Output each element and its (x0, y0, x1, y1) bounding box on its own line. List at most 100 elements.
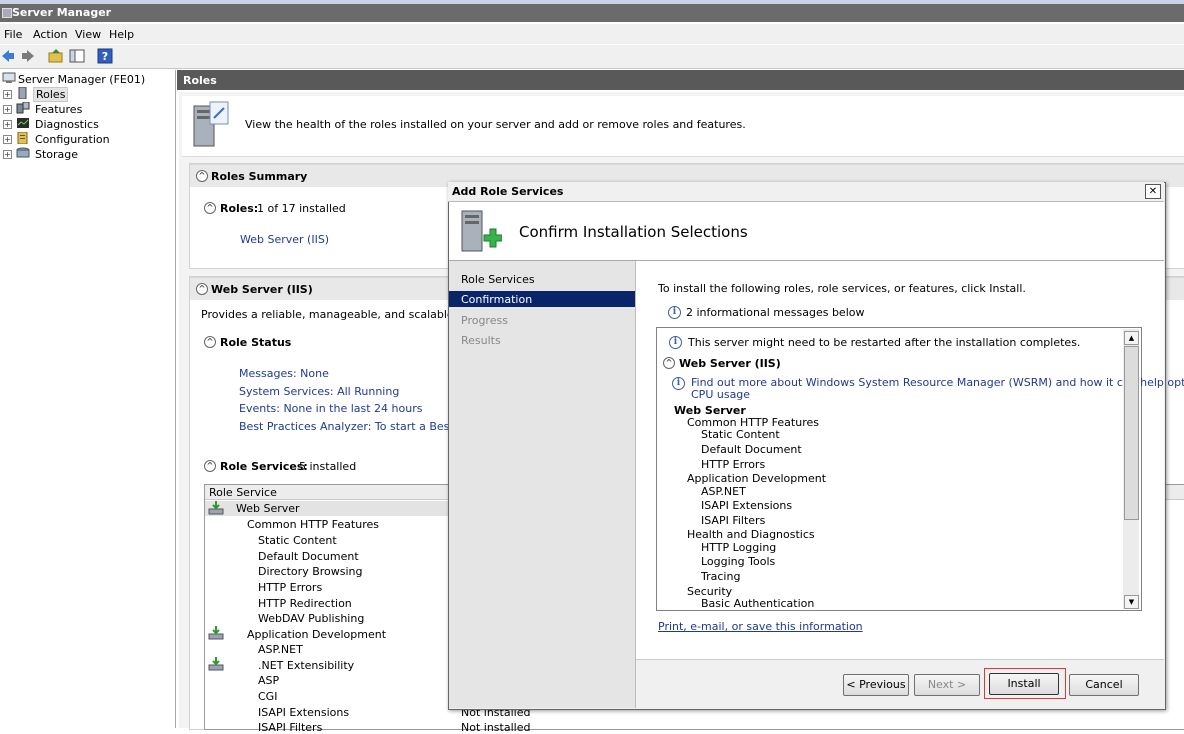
menu-action[interactable]: Action (33, 28, 67, 41)
dialog-footer: < Previous Next > Install Cancel (636, 659, 1164, 709)
roles-header: Roles (177, 70, 1184, 90)
collapse-icon[interactable]: ^ (204, 460, 216, 472)
installed-icon (208, 626, 224, 640)
table-row[interactable]: Static Content (258, 534, 337, 547)
tree-root-label: Server Manager (FE01) (18, 73, 146, 86)
menu-file[interactable]: File (4, 28, 22, 41)
roles-header-title: Roles (183, 74, 217, 87)
up-folder-icon[interactable] (48, 48, 64, 64)
wsrm-link-cont[interactable]: CPU usage (691, 388, 750, 401)
expand-icon[interactable]: + (3, 120, 12, 129)
table-row[interactable]: Common HTTP Features (247, 518, 379, 531)
scroll-thumb[interactable] (1124, 346, 1139, 520)
expand-icon[interactable]: + (3, 105, 12, 114)
collapse-icon[interactable]: ^ (663, 357, 675, 369)
expand-icon[interactable]: + (3, 150, 12, 159)
table-row[interactable]: WebDAV Publishing (258, 612, 364, 625)
expand-icon[interactable]: + (3, 90, 12, 99)
table-row[interactable]: Web Server (236, 502, 300, 515)
nav-confirmation[interactable]: Confirmation (449, 291, 635, 307)
web-server-title: Web Server (IIS) (211, 283, 313, 296)
list-item: Default Document (701, 443, 802, 456)
table-row[interactable]: Default Document (258, 550, 359, 563)
dialog-title: Add Role Services (452, 185, 564, 198)
roles-summary-title: Roles Summary (211, 170, 308, 183)
menu-view[interactable]: View (75, 28, 101, 41)
collapse-icon[interactable]: ^ (204, 202, 216, 214)
help-icon[interactable]: ? (97, 48, 113, 64)
back-arrow-icon[interactable] (0, 48, 16, 64)
list-item: Tracing (701, 570, 741, 583)
install-button[interactable]: Install (989, 673, 1059, 695)
table-row[interactable]: ASP.NET (258, 643, 303, 656)
list-item: ASP.NET (701, 485, 746, 498)
configuration-icon (17, 132, 28, 144)
vertical-scrollbar[interactable]: ▲ ▼ (1123, 329, 1139, 609)
scroll-up-icon[interactable]: ▲ (1124, 331, 1139, 345)
server-manager-icon (2, 72, 16, 83)
role-services-count: 5 installed (299, 460, 357, 473)
table-row[interactable]: Directory Browsing (258, 565, 363, 578)
server-manager-icon (2, 8, 12, 18)
collapse-icon[interactable]: ^ (204, 336, 216, 348)
nav-role-services[interactable]: Role Services (449, 271, 635, 287)
list-item: Static Content (701, 428, 780, 441)
diagnostics-icon (17, 118, 29, 128)
status-link-bpa[interactable]: Best Practices Analyzer: To start a Best… (239, 420, 448, 433)
console-tree: Server Manager (FE01) + Roles + Features… (0, 70, 176, 728)
wsrm-link[interactable]: Find out more about Windows System Resou… (691, 376, 1184, 389)
list-item: Health and Diagnostics (687, 528, 815, 541)
role-services-row: ^ Role Services: 5 installed (204, 460, 444, 474)
nav-progress: Progress (449, 312, 635, 328)
table-row[interactable]: ASP (258, 674, 279, 687)
dialog-heading: Confirm Installation Selections (519, 223, 748, 241)
table-row[interactable]: HTTP Redirection (258, 597, 352, 610)
title-bar: Server Manager (0, 4, 1184, 22)
show-hide-console-tree-icon[interactable] (69, 48, 85, 64)
table-row[interactable]: HTTP Errors (258, 581, 322, 594)
roles-count: 1 of 17 installed (257, 202, 346, 215)
tree-item-label: Features (35, 103, 83, 116)
restart-message: This server might need to be restarted a… (688, 336, 1081, 349)
roles-description: View the health of the roles installed o… (245, 118, 746, 131)
previous-button[interactable]: < Previous (843, 674, 909, 696)
info-icon: i (668, 306, 681, 319)
wizard-nav: Role Services Confirmation Progress Resu… (449, 261, 636, 708)
nav-label: Confirmation (461, 293, 533, 306)
collapse-icon[interactable]: ^ (196, 283, 208, 295)
status-link-services[interactable]: System Services: All Running (239, 385, 399, 398)
list-item: Application Development (687, 472, 827, 485)
table-row[interactable]: Application Development (247, 628, 386, 641)
installed-icon (208, 501, 224, 515)
table-row[interactable]: ISAPI Extensions (258, 706, 349, 719)
role-services-title: Role Services: (220, 460, 308, 473)
roles-label: Roles: (220, 202, 259, 215)
tree-item-label: Configuration (35, 133, 110, 146)
info-icon: i (669, 336, 682, 349)
dialog-title-bar: Add Role Services ✕ (448, 182, 1164, 202)
tree-item-label: Storage (35, 148, 79, 161)
messages-list: i This server might need to be restarted… (656, 327, 1184, 611)
status-link-messages[interactable]: Messages: None (239, 367, 329, 380)
storage-icon (16, 147, 30, 158)
print-link[interactable]: Print, e-mail, or save this information (658, 620, 863, 633)
close-icon[interactable]: ✕ (1145, 184, 1161, 199)
role-status-row: ^ Role Status (204, 336, 444, 350)
list-item: Basic Authentication (701, 597, 815, 610)
scroll-down-icon[interactable]: ▼ (1124, 595, 1139, 609)
status-link-events[interactable]: Events: None in the last 24 hours (239, 402, 422, 415)
role-link-web-server[interactable]: Web Server (IIS) (240, 233, 329, 246)
table-row[interactable]: CGI (258, 690, 277, 703)
message-section: Web Server (IIS) (679, 357, 781, 370)
info-count: 2 informational messages below (686, 306, 865, 319)
expand-icon[interactable]: + (3, 135, 12, 144)
forward-arrow-icon[interactable] (20, 48, 36, 64)
nav-label: Progress (461, 314, 508, 327)
collapse-icon[interactable]: ^ (196, 170, 208, 182)
nav-results: Results (449, 332, 635, 348)
cancel-button[interactable]: Cancel (1069, 674, 1139, 696)
menu-help[interactable]: Help (109, 28, 134, 41)
features-icon (16, 102, 30, 114)
list-item: ISAPI Extensions (701, 499, 793, 512)
table-row[interactable]: .NET Extensibility (258, 659, 354, 672)
